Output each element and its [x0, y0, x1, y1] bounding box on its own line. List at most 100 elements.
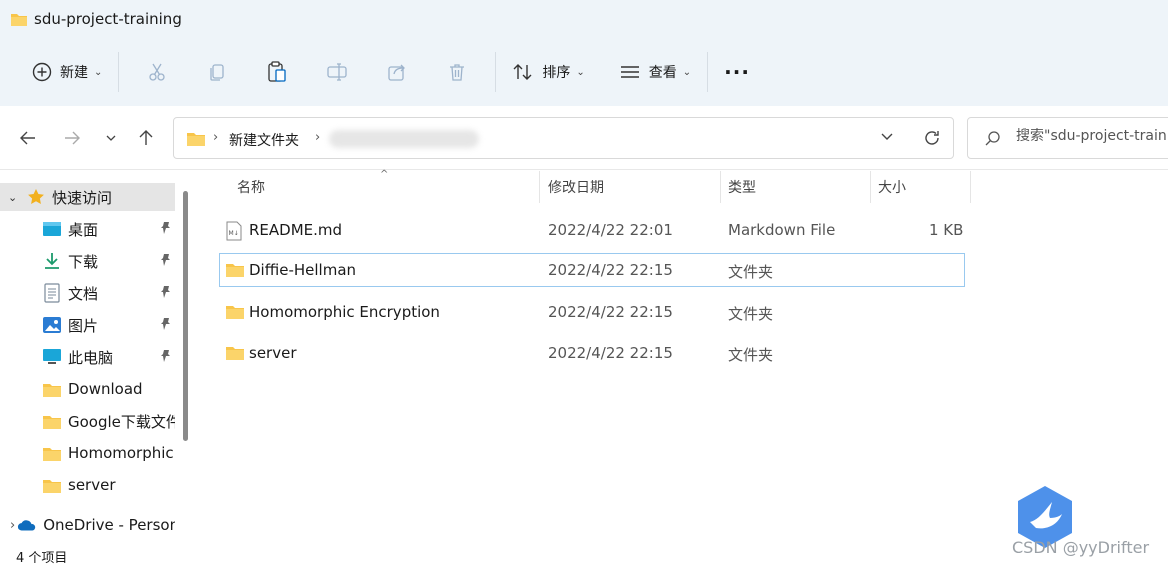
copy-icon [210, 64, 225, 81]
watermark-text: CSDN @yyDrifter [1012, 538, 1150, 557]
column-divider[interactable] [720, 171, 721, 203]
view-label: 查看 [648, 65, 677, 81]
view-list-icon [620, 66, 639, 78]
title-bar: sdu-project-training [0, 0, 1168, 38]
plus-circle-icon [32, 62, 52, 82]
paste-button[interactable] [247, 52, 307, 92]
pictures-icon [42, 315, 62, 335]
file-name: server [249, 344, 297, 362]
rename-icon [327, 63, 348, 81]
sidebar-item-label: OneDrive - Personal [43, 516, 175, 534]
search-box[interactable] [967, 117, 1168, 159]
desktop-icon [42, 219, 62, 239]
rename-button[interactable] [307, 52, 367, 92]
file-size: 1 KB [929, 221, 964, 239]
toolbar-divider [495, 52, 497, 92]
cut-button[interactable] [127, 52, 187, 92]
sidebar-item-quick-access[interactable]: ⌄ 快速访问 [0, 183, 175, 211]
column-divider[interactable] [539, 171, 540, 203]
sidebar-item-desktop[interactable]: 桌面 [0, 215, 175, 243]
folder-icon [187, 133, 205, 146]
address-bar[interactable]: › 新建文件夹 › [173, 117, 954, 159]
redacted-path [329, 130, 479, 148]
file-row[interactable]: server 2022/4/22 22:15 文件夹 [219, 336, 965, 370]
file-row[interactable]: Diffie-Hellman 2022/4/22 22:15 文件夹 [219, 253, 965, 287]
chevron-down-icon: ⌄ [576, 66, 585, 78]
navigation-pane: ⌄ 快速访问 桌面 下载 文档 图片 此电脑 Download Google下载… [0, 171, 196, 541]
toolbar-divider [118, 52, 120, 92]
arrow-left-icon [20, 131, 35, 145]
breadcrumb-item[interactable]: 新建文件夹 [229, 130, 299, 150]
column-divider[interactable] [870, 171, 871, 203]
star-icon [26, 187, 46, 207]
sidebar-item-homomorphic[interactable]: Homomorphic Encryption [0, 439, 175, 467]
chevron-down-icon [881, 133, 893, 140]
sort-button[interactable]: 排序 ⌄ [504, 52, 592, 92]
copy-button[interactable] [187, 52, 247, 92]
sidebar-item-label: 此电脑 [68, 348, 114, 367]
file-row[interactable]: M↓ README.md 2022/4/22 22:01 Markdown Fi… [219, 213, 965, 247]
delete-button[interactable] [427, 52, 487, 92]
share-button[interactable] [367, 52, 427, 92]
folder-icon [42, 443, 62, 463]
file-type: Markdown File [728, 221, 836, 239]
sidebar-item-pictures[interactable]: 图片 [0, 311, 175, 339]
file-name: Homomorphic Encryption [249, 303, 440, 321]
recent-locations-button[interactable] [97, 124, 125, 152]
up-button[interactable] [132, 124, 160, 152]
sidebar-scrollbar[interactable] [183, 191, 188, 441]
refresh-icon [925, 131, 939, 145]
folder-icon [42, 411, 62, 431]
breadcrumb-separator: › [315, 130, 321, 145]
sidebar-item-label: Homomorphic Encryption [68, 444, 175, 462]
svg-text:M↓: M↓ [229, 230, 239, 237]
address-dropdown-button[interactable] [880, 131, 894, 147]
new-button[interactable]: 新建 ⌄ [24, 52, 110, 92]
view-button[interactable]: 查看 ⌄ [611, 52, 699, 92]
sidebar-item-this-pc[interactable]: 此电脑 [0, 343, 175, 371]
cut-icon [149, 63, 166, 81]
folder-icon [225, 261, 245, 282]
sort-label: 排序 [542, 65, 571, 81]
chevron-right-icon[interactable]: › [10, 518, 15, 533]
file-modified: 2022/4/22 22:15 [548, 344, 673, 362]
sidebar-item-documents[interactable]: 文档 [0, 279, 175, 307]
window-title: sdu-project-training [34, 10, 182, 28]
column-header-label: 修改日期 [548, 180, 604, 196]
file-modified: 2022/4/22 22:15 [548, 303, 673, 321]
breadcrumb-separator: › [213, 130, 219, 145]
file-modified: 2022/4/22 22:15 [548, 261, 673, 279]
sidebar-item-google-downloads[interactable]: Google下载文件 [0, 407, 175, 435]
document-icon [42, 283, 62, 303]
sidebar-item-server[interactable]: server [0, 471, 175, 499]
column-header-name[interactable]: 名称 [237, 171, 265, 203]
column-header-modified[interactable]: 修改日期 [548, 171, 604, 203]
sidebar-item-download-folder[interactable]: Download [0, 375, 175, 403]
sidebar-item-downloads[interactable]: 下载 [0, 247, 175, 275]
column-header-size[interactable]: 大小 [878, 171, 906, 203]
arrow-up-icon [139, 130, 153, 145]
pin-icon [159, 349, 173, 367]
sidebar-item-label: server [68, 476, 116, 494]
file-name: README.md [249, 221, 343, 239]
sort-ascending-icon: ^ [380, 169, 389, 180]
sidebar-item-onedrive[interactable]: › OneDrive - Personal [0, 511, 175, 539]
search-input[interactable] [1016, 128, 1168, 144]
refresh-button[interactable] [922, 128, 942, 152]
file-modified: 2022/4/22 22:01 [548, 221, 673, 239]
sidebar-item-label: 图片 [68, 316, 99, 335]
sidebar-item-label: 快速访问 [52, 188, 113, 207]
forward-button[interactable] [58, 124, 86, 152]
file-type: 文件夹 [728, 305, 774, 323]
file-row[interactable]: Homomorphic Encryption 2022/4/22 22:15 文… [219, 295, 965, 329]
pin-icon [159, 253, 173, 271]
column-header-type[interactable]: 类型 [728, 171, 756, 203]
column-header-label: 类型 [728, 180, 756, 196]
column-divider[interactable] [970, 171, 971, 203]
more-label: ··· [724, 60, 750, 84]
command-bar: 新建 ⌄ 排序 ⌄ 查看 ⌄ ··· [0, 38, 1168, 106]
more-options-button[interactable]: ··· [716, 52, 758, 92]
chevron-down-icon[interactable]: ⌄ [8, 191, 26, 204]
back-button[interactable] [14, 124, 42, 152]
pin-icon [159, 317, 173, 335]
